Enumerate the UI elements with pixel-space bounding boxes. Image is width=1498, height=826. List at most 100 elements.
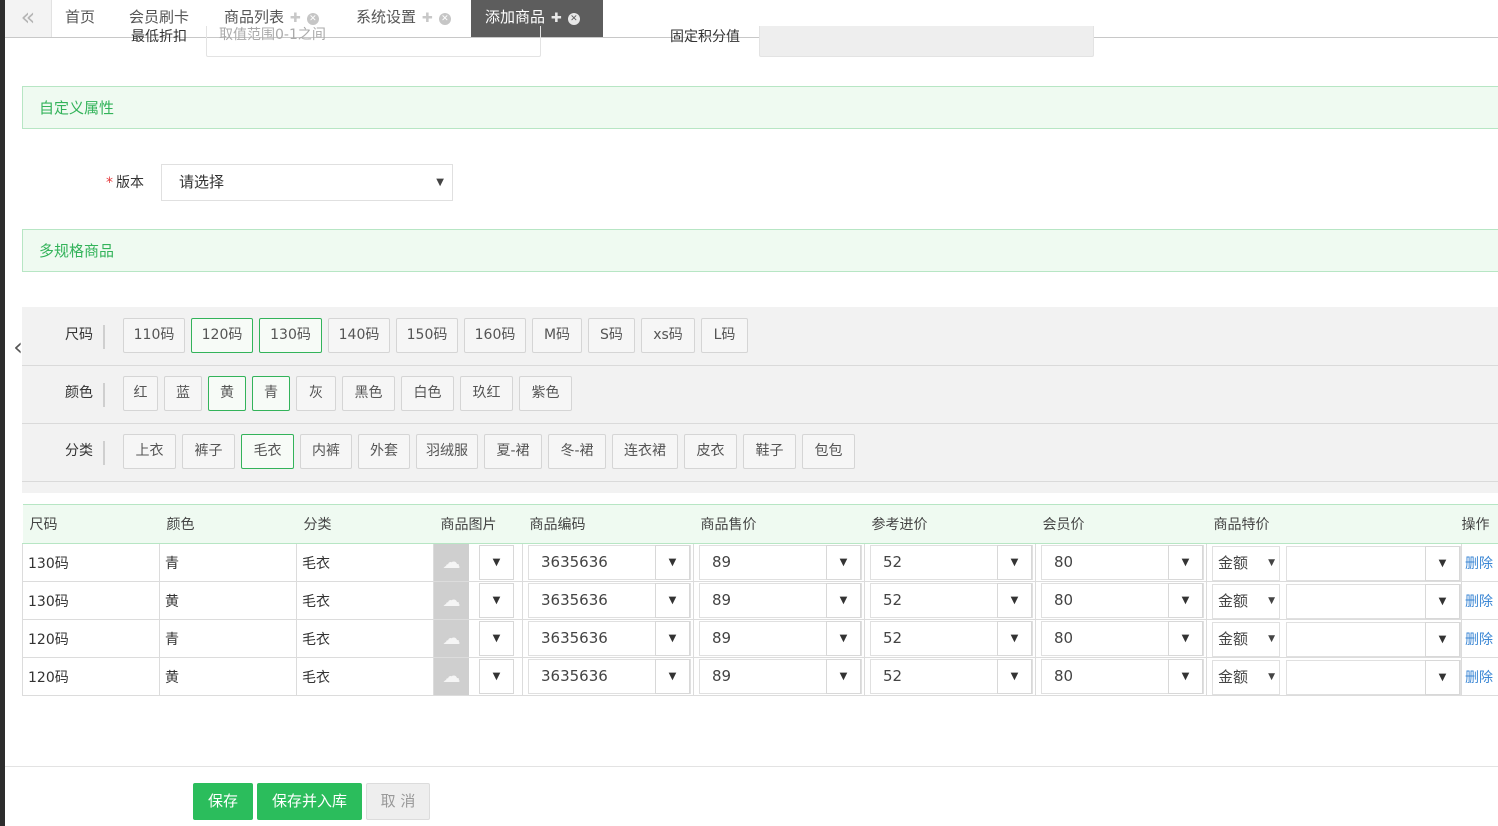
version-select[interactable]: 请选择 ▼ [161, 164, 453, 201]
caret-down-icon[interactable]: ▼ [826, 583, 861, 618]
spec-option-chip[interactable]: 夏-裙 [484, 434, 542, 469]
spec-option-chip[interactable]: 青 [252, 376, 290, 411]
cost-input[interactable]: 52 ▼ [870, 621, 1033, 656]
member-price-input[interactable]: 80 ▼ [1041, 621, 1204, 656]
special-price-input[interactable]: ▼ [1286, 545, 1461, 581]
caret-down-icon[interactable]: ▼ [826, 659, 861, 694]
caret-down-icon[interactable]: ▼ [479, 583, 514, 618]
special-type-select[interactable]: 金额 ▼ [1212, 583, 1280, 619]
member-price-input[interactable]: 80 ▼ [1041, 545, 1204, 580]
image-placeholder-icon[interactable]: ☁ [434, 582, 469, 619]
spec-option-chip[interactable]: 160码 [464, 318, 526, 353]
close-icon[interactable]: ✕ [438, 13, 451, 25]
special-type-select[interactable]: 金额 ▼ [1212, 545, 1280, 581]
spec-option-chip[interactable]: 黄 [208, 376, 246, 411]
spec-option-chip[interactable]: 上衣 [123, 434, 176, 469]
delete-link[interactable]: 删除 [1465, 594, 1493, 610]
caret-down-icon[interactable]: ▼ [655, 659, 690, 694]
close-icon[interactable]: ✕ [306, 13, 319, 25]
spec-option-chip[interactable]: 130码 [259, 318, 322, 353]
image-placeholder-icon[interactable]: ☁ [434, 544, 469, 581]
spec-option-chip[interactable]: 鞋子 [743, 434, 796, 469]
price-input[interactable]: 89 ▼ [699, 545, 862, 580]
caret-down-icon[interactable]: ▼ [997, 621, 1032, 656]
delete-link[interactable]: 删除 [1465, 632, 1493, 648]
price-input[interactable]: 89 ▼ [699, 583, 862, 618]
caret-down-icon[interactable]: ▼ [1168, 545, 1203, 580]
special-type-select[interactable]: 金额 ▼ [1212, 659, 1280, 695]
special-price-input[interactable]: ▼ [1286, 621, 1461, 657]
caret-down-icon[interactable]: ▼ [479, 659, 514, 694]
special-price-input[interactable]: ▼ [1286, 659, 1461, 695]
code-input[interactable]: 3635636 ▼ [528, 659, 691, 694]
caret-down-icon[interactable]: ▼ [1168, 621, 1203, 656]
caret-down-icon[interactable]: ▼ [826, 621, 861, 656]
cancel-button[interactable]: 取 消 [366, 783, 430, 820]
spec-option-chip[interactable]: 外套 [358, 434, 410, 469]
spec-option-chip[interactable]: 内裤 [300, 434, 352, 469]
spec-option-chip[interactable]: 150码 [396, 318, 458, 353]
image-placeholder-icon[interactable]: ☁ [434, 620, 469, 657]
spec-option-chip[interactable]: 灰 [296, 376, 336, 411]
price-input[interactable]: 89 ▼ [699, 621, 862, 656]
caret-down-icon[interactable]: ▼ [1168, 659, 1203, 694]
caret-down-icon[interactable]: ▼ [479, 621, 514, 656]
special-type-select[interactable]: 金额 ▼ [1212, 621, 1280, 657]
pin-icon[interactable]: ✚ [422, 11, 433, 26]
close-icon[interactable]: ✕ [567, 13, 580, 25]
caret-down-icon[interactable]: ▼ [826, 545, 861, 580]
delete-link[interactable]: 删除 [1465, 556, 1493, 572]
code-input[interactable]: 3635636 ▼ [528, 583, 691, 618]
price-input[interactable]: 89 ▼ [699, 659, 862, 694]
spec-option-chip[interactable]: 140码 [328, 318, 390, 353]
save-button[interactable]: 保存 [193, 783, 253, 820]
caret-down-icon[interactable]: ▼ [1425, 583, 1460, 619]
spec-option-chip[interactable]: 连衣裙 [612, 434, 678, 469]
caret-down-icon[interactable]: ▼ [997, 545, 1032, 580]
spec-option-chip[interactable]: 黑色 [342, 376, 395, 411]
spec-option-chip[interactable]: 紫色 [519, 376, 572, 411]
spec-option-chip[interactable]: 红 [123, 376, 158, 411]
code-input[interactable]: 3635636 ▼ [528, 545, 691, 580]
spec-option-chip[interactable]: L码 [701, 318, 748, 353]
spec-option-chip[interactable]: 包包 [802, 434, 855, 469]
spec-option-chip[interactable]: 裤子 [182, 434, 235, 469]
spec-option-chip[interactable]: 冬-裙 [548, 434, 606, 469]
caret-down-icon[interactable]: ▼ [997, 659, 1032, 694]
caret-down-icon[interactable]: ▼ [655, 621, 690, 656]
spec-option-chip[interactable]: M码 [532, 318, 582, 353]
member-price-input[interactable]: 80 ▼ [1041, 659, 1204, 694]
save-and-stock-button[interactable]: 保存并入库 [257, 783, 362, 820]
caret-down-icon[interactable]: ▼ [1425, 621, 1460, 657]
spec-option-chip[interactable]: 110码 [123, 318, 185, 353]
min-discount-input[interactable]: 取值范围0-1之间 [206, 26, 541, 57]
spec-option-chip[interactable]: 皮衣 [684, 434, 737, 469]
image-placeholder-icon[interactable]: ☁ [434, 658, 469, 695]
caret-down-icon[interactable]: ▼ [1425, 659, 1460, 695]
spec-option-chip[interactable]: 蓝 [164, 376, 202, 411]
spec-option-chip[interactable]: 白色 [401, 376, 454, 411]
caret-down-icon[interactable]: ▼ [479, 545, 514, 580]
delete-link[interactable]: 删除 [1465, 670, 1493, 686]
spec-option-chip[interactable]: 120码 [191, 318, 253, 353]
spec-option-chip[interactable]: 毛衣 [241, 434, 294, 469]
pin-icon[interactable]: ✚ [551, 11, 562, 26]
spec-option-chip[interactable]: xs码 [641, 318, 695, 353]
pin-icon[interactable]: ✚ [290, 11, 301, 26]
cost-input[interactable]: 52 ▼ [870, 659, 1033, 694]
code-input[interactable]: 3635636 ▼ [528, 621, 691, 656]
caret-down-icon[interactable]: ▼ [1425, 545, 1460, 581]
tab-home[interactable]: 首页 [51, 0, 109, 37]
caret-down-icon[interactable]: ▼ [997, 583, 1032, 618]
member-price-input[interactable]: 80 ▼ [1041, 583, 1204, 618]
double-chevron-left-icon[interactable]: « [5, 0, 52, 37]
spec-option-chip[interactable]: 玖红 [460, 376, 513, 411]
special-price-input[interactable]: ▼ [1286, 583, 1461, 619]
spec-option-chip[interactable]: 羽绒服 [416, 434, 478, 469]
caret-down-icon[interactable]: ▼ [655, 545, 690, 580]
spec-option-chip[interactable]: S码 [588, 318, 635, 353]
cost-input[interactable]: 52 ▼ [870, 545, 1033, 580]
cost-input[interactable]: 52 ▼ [870, 583, 1033, 618]
caret-down-icon[interactable]: ▼ [655, 583, 690, 618]
fixed-points-input[interactable] [759, 26, 1094, 57]
